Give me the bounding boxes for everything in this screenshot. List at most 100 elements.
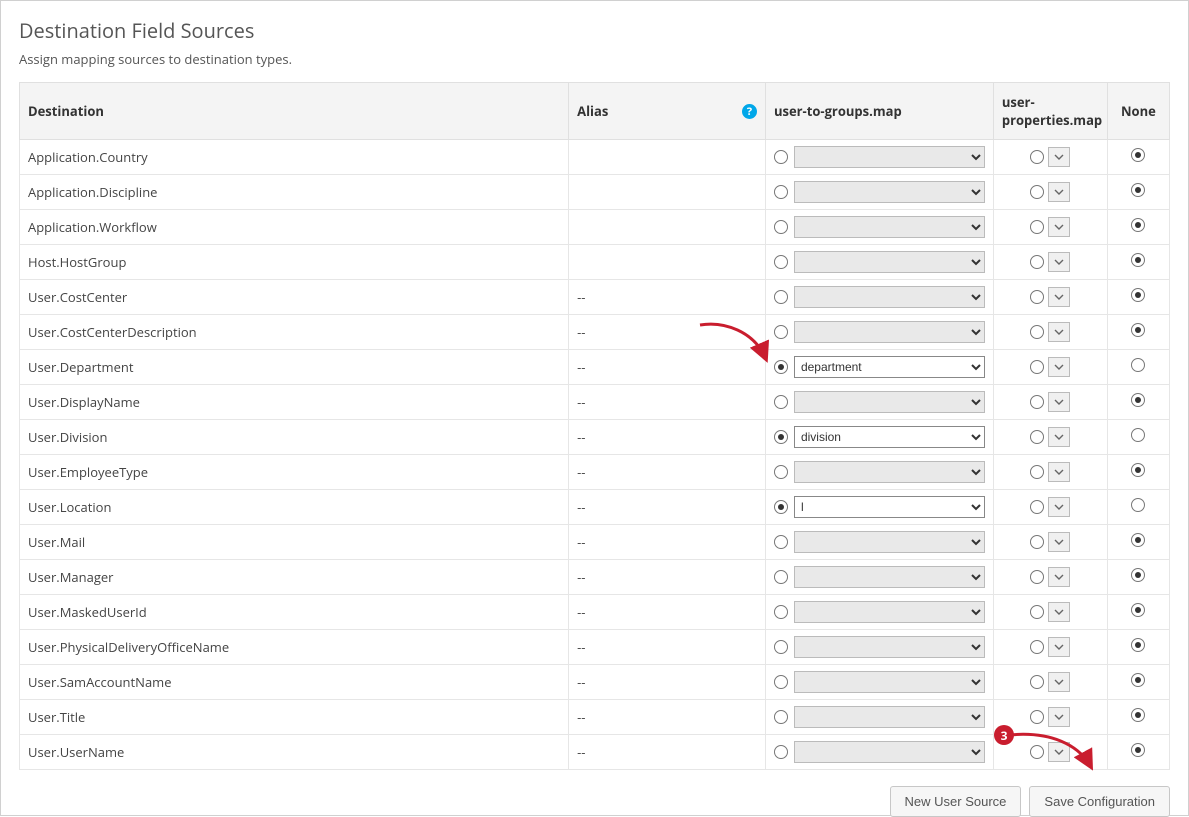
destination-cell: User.Division bbox=[20, 420, 569, 455]
utg-select[interactable]: departmentdivisionl bbox=[794, 601, 985, 623]
up-radio[interactable] bbox=[1030, 325, 1044, 339]
utg-radio[interactable] bbox=[774, 325, 788, 339]
save-configuration-button[interactable]: Save Configuration bbox=[1029, 786, 1170, 817]
up-select[interactable] bbox=[1048, 182, 1070, 202]
utg-radio[interactable] bbox=[774, 430, 788, 444]
none-radio[interactable] bbox=[1131, 358, 1145, 372]
none-radio[interactable] bbox=[1131, 533, 1145, 547]
utg-radio[interactable] bbox=[774, 185, 788, 199]
utg-radio[interactable] bbox=[774, 290, 788, 304]
up-select[interactable] bbox=[1048, 252, 1070, 272]
utg-select[interactable]: departmentdivisionl bbox=[794, 636, 985, 658]
up-select[interactable] bbox=[1048, 602, 1070, 622]
up-radio[interactable] bbox=[1030, 220, 1044, 234]
none-radio[interactable] bbox=[1131, 638, 1145, 652]
up-select[interactable] bbox=[1048, 707, 1070, 727]
utg-radio[interactable] bbox=[774, 570, 788, 584]
up-radio[interactable] bbox=[1030, 360, 1044, 374]
utg-select[interactable]: departmentdivisionl bbox=[794, 146, 985, 168]
utg-select[interactable]: departmentdivisionl bbox=[794, 496, 985, 518]
none-radio[interactable] bbox=[1131, 183, 1145, 197]
utg-radio[interactable] bbox=[774, 465, 788, 479]
utg-select[interactable]: departmentdivisionl bbox=[794, 706, 985, 728]
up-select[interactable] bbox=[1048, 742, 1070, 762]
up-select[interactable] bbox=[1048, 637, 1070, 657]
up-select[interactable] bbox=[1048, 427, 1070, 447]
up-select[interactable] bbox=[1048, 322, 1070, 342]
utg-select[interactable]: departmentdivisionl bbox=[794, 671, 985, 693]
utg-radio[interactable] bbox=[774, 710, 788, 724]
up-radio[interactable] bbox=[1030, 605, 1044, 619]
none-cell bbox=[1107, 280, 1169, 315]
up-select[interactable] bbox=[1048, 497, 1070, 517]
up-select[interactable] bbox=[1048, 147, 1070, 167]
none-radio[interactable] bbox=[1131, 288, 1145, 302]
new-user-source-button[interactable]: New User Source bbox=[890, 786, 1022, 817]
utg-select[interactable]: departmentdivisionl bbox=[794, 461, 985, 483]
utg-select[interactable]: departmentdivisionl bbox=[794, 426, 985, 448]
none-radio[interactable] bbox=[1131, 498, 1145, 512]
none-radio[interactable] bbox=[1131, 428, 1145, 442]
up-radio[interactable] bbox=[1030, 465, 1044, 479]
utg-radio[interactable] bbox=[774, 675, 788, 689]
up-source-cell bbox=[993, 175, 1107, 210]
up-radio[interactable] bbox=[1030, 185, 1044, 199]
utg-select[interactable]: departmentdivisionl bbox=[794, 321, 985, 343]
help-icon[interactable]: ? bbox=[742, 104, 757, 119]
utg-select[interactable]: departmentdivisionl bbox=[794, 566, 985, 588]
up-radio[interactable] bbox=[1030, 290, 1044, 304]
none-radio[interactable] bbox=[1131, 743, 1145, 757]
none-radio[interactable] bbox=[1131, 463, 1145, 477]
utg-radio[interactable] bbox=[774, 535, 788, 549]
none-radio[interactable] bbox=[1131, 673, 1145, 687]
none-radio[interactable] bbox=[1131, 218, 1145, 232]
table-row: User.UserName--departmentdivisionl bbox=[20, 735, 1170, 770]
up-select[interactable] bbox=[1048, 357, 1070, 377]
up-radio[interactable] bbox=[1030, 675, 1044, 689]
up-radio[interactable] bbox=[1030, 535, 1044, 549]
utg-select[interactable]: departmentdivisionl bbox=[794, 531, 985, 553]
none-radio[interactable] bbox=[1131, 568, 1145, 582]
table-row: Host.HostGroupdepartmentdivisionl bbox=[20, 245, 1170, 280]
none-radio[interactable] bbox=[1131, 603, 1145, 617]
utg-radio[interactable] bbox=[774, 255, 788, 269]
utg-radio[interactable] bbox=[774, 360, 788, 374]
utg-select[interactable]: departmentdivisionl bbox=[794, 741, 985, 763]
none-radio[interactable] bbox=[1131, 253, 1145, 267]
none-radio[interactable] bbox=[1131, 148, 1145, 162]
up-radio[interactable] bbox=[1030, 430, 1044, 444]
up-radio[interactable] bbox=[1030, 745, 1044, 759]
utg-select[interactable]: departmentdivisionl bbox=[794, 356, 985, 378]
none-cell bbox=[1107, 455, 1169, 490]
up-select[interactable] bbox=[1048, 532, 1070, 552]
utg-radio[interactable] bbox=[774, 640, 788, 654]
up-select[interactable] bbox=[1048, 567, 1070, 587]
up-radio[interactable] bbox=[1030, 710, 1044, 724]
utg-select[interactable]: departmentdivisionl bbox=[794, 391, 985, 413]
utg-radio[interactable] bbox=[774, 605, 788, 619]
utg-select[interactable]: departmentdivisionl bbox=[794, 181, 985, 203]
up-radio[interactable] bbox=[1030, 640, 1044, 654]
utg-radio[interactable] bbox=[774, 745, 788, 759]
up-radio[interactable] bbox=[1030, 255, 1044, 269]
utg-radio[interactable] bbox=[774, 220, 788, 234]
up-radio[interactable] bbox=[1030, 150, 1044, 164]
none-radio[interactable] bbox=[1131, 393, 1145, 407]
up-radio[interactable] bbox=[1030, 570, 1044, 584]
alias-cell: -- bbox=[569, 735, 766, 770]
up-radio[interactable] bbox=[1030, 500, 1044, 514]
none-radio[interactable] bbox=[1131, 708, 1145, 722]
up-select[interactable] bbox=[1048, 462, 1070, 482]
utg-radio[interactable] bbox=[774, 395, 788, 409]
utg-select[interactable]: departmentdivisionl bbox=[794, 216, 985, 238]
up-radio[interactable] bbox=[1030, 395, 1044, 409]
none-radio[interactable] bbox=[1131, 323, 1145, 337]
utg-radio[interactable] bbox=[774, 150, 788, 164]
up-select[interactable] bbox=[1048, 672, 1070, 692]
up-select[interactable] bbox=[1048, 392, 1070, 412]
utg-radio[interactable] bbox=[774, 500, 788, 514]
utg-select[interactable]: departmentdivisionl bbox=[794, 251, 985, 273]
utg-select[interactable]: departmentdivisionl bbox=[794, 286, 985, 308]
up-select[interactable] bbox=[1048, 217, 1070, 237]
up-select[interactable] bbox=[1048, 287, 1070, 307]
